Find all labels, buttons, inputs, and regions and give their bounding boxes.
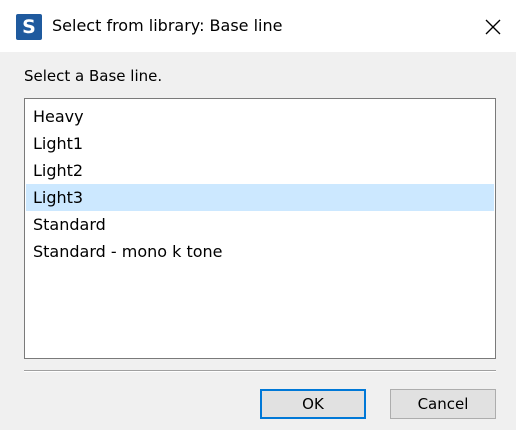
title-bar: S Select from library: Base line — [0, 0, 516, 52]
close-button[interactable] — [476, 10, 510, 44]
cancel-button[interactable]: Cancel — [390, 389, 496, 419]
list-item[interactable]: Light1 — [26, 130, 494, 157]
list-item[interactable]: Heavy — [26, 103, 494, 130]
base-line-listbox[interactable]: Heavy Light1 Light2 Light3 Standard Stan… — [24, 98, 496, 359]
list-item[interactable]: Light2 — [26, 157, 494, 184]
list-item[interactable]: Standard - mono k tone — [26, 238, 494, 265]
close-icon — [485, 19, 501, 35]
ok-button[interactable]: OK — [260, 389, 366, 419]
app-icon: S — [16, 14, 42, 40]
prompt-label: Select a Base line. — [24, 67, 163, 85]
list-item[interactable]: Light3 — [26, 184, 494, 211]
list-item[interactable]: Standard — [26, 211, 494, 238]
separator — [24, 370, 496, 372]
window-title: Select from library: Base line — [52, 16, 283, 35]
select-library-dialog: S Select from library: Base line Select … — [0, 0, 516, 430]
